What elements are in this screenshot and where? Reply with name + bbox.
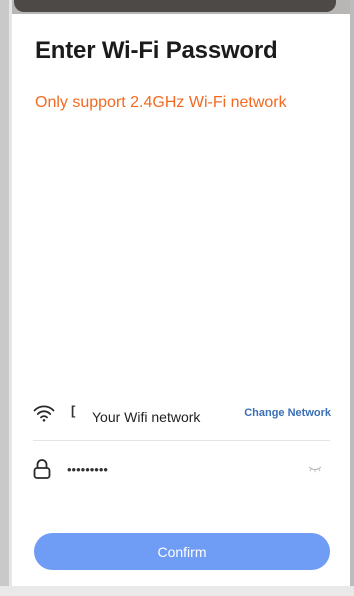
top-frame-bar [14, 0, 336, 12]
page-title: Enter Wi-Fi Password [35, 37, 278, 64]
eye-closed-icon[interactable] [308, 465, 322, 473]
divider [33, 440, 330, 441]
lock-icon [33, 459, 51, 479]
left-frame-inner [9, 0, 12, 596]
password-input[interactable] [67, 459, 287, 479]
bottom-frame [0, 586, 354, 596]
wifi-icon [33, 405, 55, 422]
password-row [33, 458, 331, 484]
frequency-warning: Only support 2.4GHz Wi-Fi network [35, 94, 287, 111]
network-row: [ Your Wifi network Change Network [33, 400, 331, 430]
change-network-link[interactable]: Change Network [244, 407, 331, 419]
confirm-button[interactable]: Confirm [34, 533, 330, 570]
network-prefix-glyph: [ [71, 403, 76, 418]
right-frame [350, 0, 354, 596]
network-name: Your Wifi network [92, 409, 201, 425]
